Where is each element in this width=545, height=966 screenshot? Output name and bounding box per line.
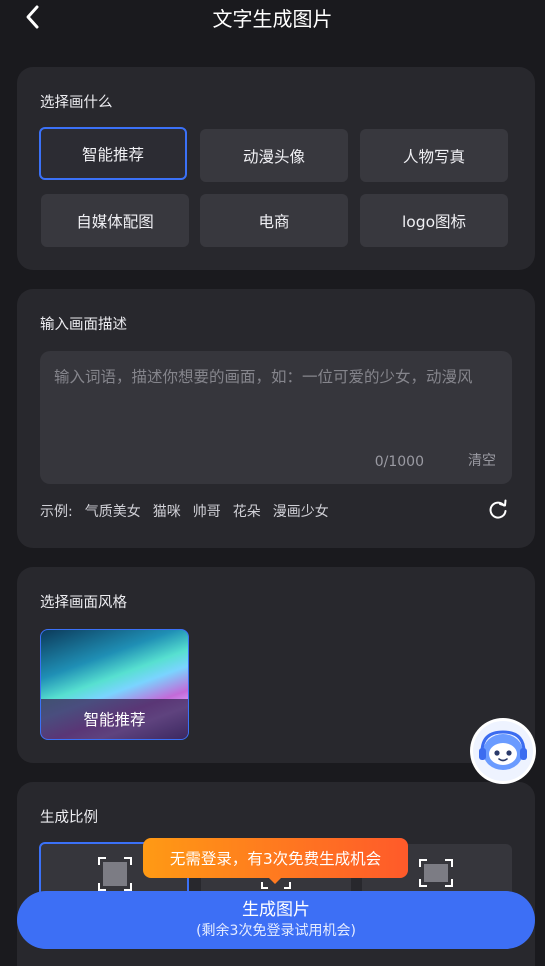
style-option-caption: 智能推荐	[41, 699, 188, 739]
category-label: 选择画什么	[40, 95, 113, 111]
style-option-smart-recommend[interactable]: 智能推荐	[40, 629, 189, 740]
category-ecommerce[interactable]: 电商	[200, 194, 348, 247]
generate-button-sublabel: (剩余3次免登录试用机会)	[196, 923, 356, 939]
example-tag[interactable]: 漫画少女	[273, 501, 329, 521]
refresh-examples-button[interactable]	[487, 499, 509, 521]
example-tag[interactable]: 花朵	[233, 501, 261, 521]
prompt-card: 输入画面描述 输入词语，描述你想要的画面，如：一位可爱的少女，动漫风 0/100…	[17, 289, 535, 548]
example-tag[interactable]: 帅哥	[193, 501, 221, 521]
refresh-icon	[489, 499, 507, 519]
category-media-illustration[interactable]: 自媒体配图	[41, 194, 189, 247]
style-card: 选择画面风格 智能推荐	[17, 567, 535, 763]
example-tag[interactable]: 气质美女	[85, 501, 141, 521]
char-counter: 0/1000	[374, 454, 424, 470]
category-card: 选择画什么 智能推荐 动漫头像 人物写真 自媒体配图 电商 logo图标	[17, 67, 535, 270]
tooltip-arrow	[268, 877, 282, 884]
examples-row: 示例: 气质美女 猫咪 帅哥 花朵 漫画少女	[40, 501, 341, 521]
frame-icon	[419, 859, 453, 887]
clear-button[interactable]: 清空	[468, 450, 496, 470]
category-logo-icon[interactable]: logo图标	[360, 194, 508, 247]
generate-button-label: 生成图片	[242, 900, 310, 920]
header: 文字生成图片	[0, 0, 545, 36]
frame-icon	[98, 857, 132, 891]
prompt-placeholder: 输入词语，描述你想要的画面，如：一位可爱的少女，动漫风	[54, 368, 473, 386]
style-label: 选择画面风格	[40, 595, 127, 611]
examples-label: 示例:	[40, 504, 73, 520]
category-anime-avatar[interactable]: 动漫头像	[200, 129, 348, 182]
prompt-label: 输入画面描述	[40, 317, 127, 333]
page-title: 文字生成图片	[212, 7, 333, 31]
category-smart-recommend[interactable]: 智能推荐	[39, 127, 187, 180]
ratio-label: 生成比例	[40, 810, 98, 826]
free-trial-tooltip: 无需登录，有3次免费生成机会	[143, 838, 408, 878]
prompt-input[interactable]: 输入词语，描述你想要的画面，如：一位可爱的少女，动漫风 0/1000 清空	[40, 351, 512, 484]
category-portrait[interactable]: 人物写真	[360, 129, 508, 182]
example-tag[interactable]: 猫咪	[153, 501, 181, 521]
assistant-button[interactable]	[470, 718, 536, 784]
generate-button[interactable]: 生成图片 (剩余3次免登录试用机会)	[17, 891, 535, 949]
assistant-avatar-icon	[473, 721, 533, 781]
